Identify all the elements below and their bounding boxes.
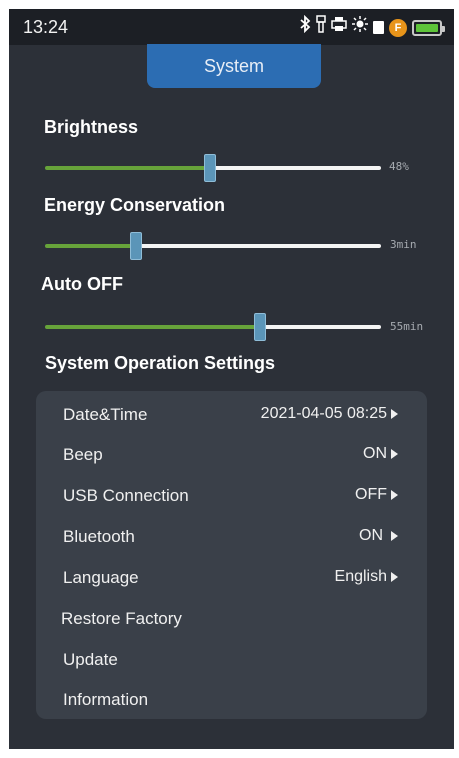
slider-track bbox=[135, 244, 381, 248]
printer-icon bbox=[331, 16, 347, 39]
brightness-value: 48% bbox=[389, 160, 409, 173]
row-label: Beep bbox=[63, 445, 103, 464]
arrow-right-icon bbox=[391, 409, 398, 419]
row-label: Restore Factory bbox=[61, 609, 182, 628]
clock: 13:24 bbox=[23, 17, 69, 37]
row-label: USB Connection bbox=[63, 486, 189, 505]
auto-off-value: 55min bbox=[390, 320, 424, 333]
f-coin-icon: F bbox=[389, 18, 407, 37]
row-bluetooth[interactable]: Bluetooth ON bbox=[36, 519, 427, 555]
arrow-right-icon bbox=[391, 449, 398, 459]
battery-icon bbox=[412, 19, 445, 36]
arrow-right-icon bbox=[391, 572, 398, 582]
energy-conservation-value: 3min bbox=[390, 238, 417, 251]
row-value: OFF bbox=[355, 486, 387, 503]
brightness-label: Brightness bbox=[44, 117, 139, 137]
slider-track-active bbox=[45, 166, 210, 170]
device-screen: 13:24 F System Brightness 48% Energy Con… bbox=[9, 9, 454, 749]
status-icons: F bbox=[300, 14, 445, 40]
bluetooth-icon bbox=[300, 14, 311, 40]
slider-thumb[interactable] bbox=[254, 313, 267, 341]
row-value: ON bbox=[359, 527, 383, 544]
row-value: English bbox=[334, 568, 387, 585]
row-value: 2021-04-05 08:25 bbox=[260, 405, 387, 422]
row-label: Date&Time bbox=[63, 405, 148, 424]
row-restore-factory[interactable]: Restore Factory bbox=[36, 601, 427, 637]
slider-track bbox=[260, 325, 381, 329]
row-date-time[interactable]: Date&Time 2021-04-05 08:25 bbox=[36, 397, 427, 433]
tab-system[interactable]: System bbox=[147, 44, 321, 88]
row-update[interactable]: Update bbox=[36, 642, 427, 678]
row-label: Bluetooth bbox=[63, 527, 135, 546]
slider-track-active bbox=[45, 325, 261, 329]
slider-track-active bbox=[45, 244, 136, 248]
row-information[interactable]: Information bbox=[36, 682, 427, 718]
row-label: Language bbox=[63, 568, 139, 587]
sd-card-icon bbox=[373, 21, 384, 34]
slider-thumb[interactable] bbox=[203, 154, 216, 182]
flashlight-icon bbox=[316, 15, 326, 40]
row-label: Update bbox=[63, 650, 118, 669]
slider-thumb[interactable] bbox=[129, 232, 142, 260]
auto-off-label: Auto OFF bbox=[41, 274, 123, 294]
slider-track bbox=[209, 166, 381, 170]
status-bar: 13:24 F bbox=[9, 9, 454, 45]
energy-conservation-label: Energy Conservation bbox=[44, 195, 226, 215]
settings-panel: Date&Time 2021-04-05 08:25 Beep ON USB C… bbox=[36, 391, 427, 719]
arrow-right-icon bbox=[391, 531, 398, 541]
arrow-right-icon bbox=[391, 490, 398, 500]
row-language[interactable]: Language English bbox=[36, 560, 427, 596]
sun-icon bbox=[352, 16, 368, 39]
row-value: ON bbox=[363, 445, 387, 462]
row-beep[interactable]: Beep ON bbox=[36, 437, 427, 473]
row-usb-connection[interactable]: USB Connection OFF bbox=[36, 478, 427, 514]
row-label: Information bbox=[63, 690, 149, 709]
section-title: System Operation Settings bbox=[45, 353, 276, 373]
